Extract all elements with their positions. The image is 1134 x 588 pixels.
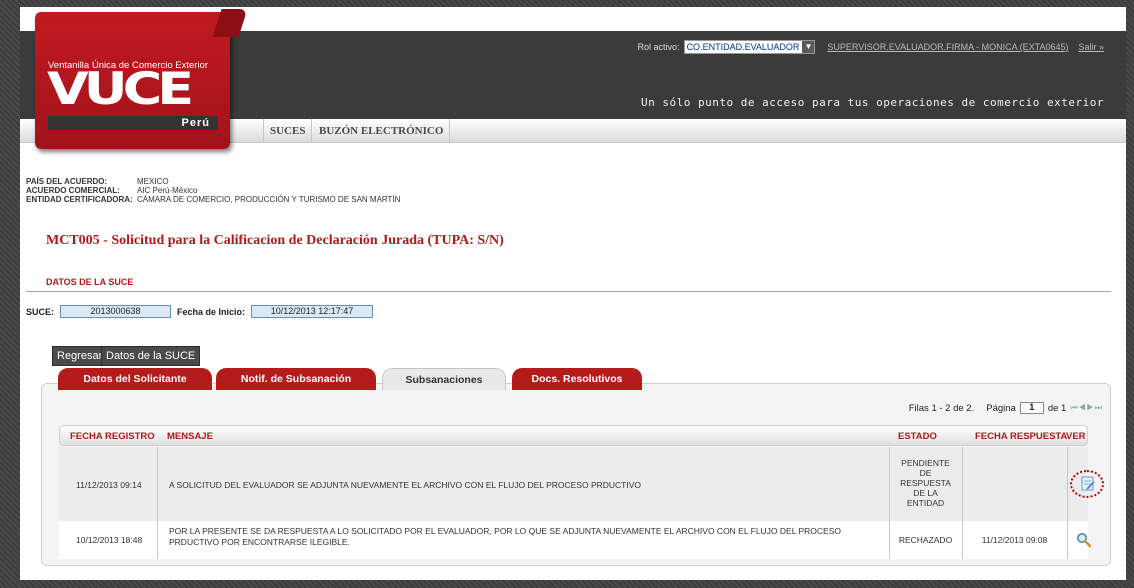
tab-notif-subsanacion[interactable]: Notif. de Subsanación xyxy=(216,368,376,390)
entidad-label: ENTIDAD CERTIFICADORA: xyxy=(26,195,133,204)
estado-line: PENDIENTE xyxy=(901,458,950,468)
col-divider xyxy=(157,521,158,559)
row-estado: PENDIENTE DE RESPUESTA DE LA ENTIDAD xyxy=(889,458,962,508)
row-estado: RECHAZADO xyxy=(898,535,953,545)
edit-document-icon[interactable] xyxy=(1070,470,1104,498)
table-header: FECHA REGISTRO MENSAJE ESTADO FECHA RESP… xyxy=(59,425,1088,446)
slogan: Un sólo punto de acceso para tus operaci… xyxy=(641,96,1104,109)
regresar-button[interactable]: Regresar xyxy=(52,346,108,366)
pais-label: PAÍS DEL ACUERDO: xyxy=(26,177,108,186)
estado-line: ENTIDAD xyxy=(906,498,945,508)
vuce-logo: Ventanilla Única de Comercio Exterior VU… xyxy=(35,9,248,149)
app-window: Rol activo: CO.ENTIDAD.EVALUADOR ▼ SUPER… xyxy=(20,7,1126,580)
row-mensaje: POR LA PRESENTE SE DA RESPUESTA A LO SOL… xyxy=(169,526,841,547)
col-divider xyxy=(1067,521,1068,559)
tab-datos-solicitante[interactable]: Datos del Solicitante xyxy=(58,368,212,390)
rol-label: Rol activo: xyxy=(637,42,680,52)
col-divider xyxy=(157,447,158,521)
row-fecha-registro: 10/12/2013 18:48 xyxy=(76,535,143,545)
acuerdo-label: ACUERDO COMERCIAL: xyxy=(26,186,120,195)
nav-item-suces[interactable]: SUCES xyxy=(263,119,313,143)
col-estado: ESTADO xyxy=(898,431,937,442)
logout-link[interactable]: Salir » xyxy=(1078,42,1104,52)
estado-line: RESPUESTA xyxy=(900,478,951,488)
logo-name: VUCE xyxy=(47,63,194,115)
agreement-info: PAÍS DEL ACUERDO: MEXICO ACUERDO COMERCIA… xyxy=(26,177,400,204)
acuerdo-value: AIC Perú-México xyxy=(137,186,198,195)
user-link[interactable]: SUPERVISOR.EVALUADOR.FIRMA - MONICA (EXT… xyxy=(827,42,1068,52)
row-mensaje: A SOLICITUD DEL EVALUADOR SE ADJUNTA NUE… xyxy=(169,480,642,490)
fecha-inicio-label: Fecha de Inicio: xyxy=(177,306,246,317)
nav-item-buzon[interactable]: BUZÓN ELECTRÓNICO xyxy=(313,119,451,143)
tab-subsanaciones[interactable]: Subsanaciones xyxy=(382,368,506,390)
page-total: de 1 xyxy=(1047,402,1067,414)
rows-count: Filas 1 - 2 de 2. xyxy=(908,402,975,414)
col-divider xyxy=(962,447,963,521)
role-select-value: CO.ENTIDAD.EVALUADOR xyxy=(686,42,800,52)
col-fecha-respuesta: FECHA RESPUESTA xyxy=(975,431,1068,442)
row-fecha-respuesta: 11/12/2013 09:08 xyxy=(981,535,1048,545)
pais-value: MEXICO xyxy=(137,177,169,186)
estado-line: DE LA xyxy=(913,488,938,498)
role-select[interactable]: CO.ENTIDAD.EVALUADOR ▼ xyxy=(683,40,816,54)
col-mensaje: MENSAJE xyxy=(167,431,213,442)
table-row: 11/12/2013 09:14 A SOLICITUD DEL EVALUAD… xyxy=(59,447,1104,521)
datos-suce-button[interactable]: Datos de la SUCE xyxy=(101,346,201,366)
row-fecha-registro: 11/12/2013 09:14 xyxy=(76,480,142,490)
suce-field: 2013000638 xyxy=(60,305,172,318)
suce-label: SUCE: xyxy=(26,306,55,317)
table-row: 10/12/2013 18:48 POR LA PRESENTE SE DA R… xyxy=(59,521,1092,559)
page-input[interactable]: 1 xyxy=(1019,402,1044,414)
page-label: Página xyxy=(986,402,1016,414)
entidad-value: CÁMARA DE COMERCIO, PRODUCCIÓN Y TURISMO… xyxy=(137,195,401,204)
chevron-down-icon: ▼ xyxy=(802,41,815,53)
tab-docs-resolutivos[interactable]: Docs. Resolutivos xyxy=(512,368,642,390)
suce-data-row: SUCE: 2013000638 Fecha de Inicio: 10/12/… xyxy=(26,305,374,318)
col-divider xyxy=(1067,447,1068,521)
page-title: MCT005 - Solicitud para la Calificacion … xyxy=(46,233,504,248)
page-nav-icons[interactable]: ⏮◀▶⏭ xyxy=(1070,403,1103,413)
role-area: Rol activo: CO.ENTIDAD.EVALUADOR ▼ SUPER… xyxy=(638,40,1104,54)
pagination: Filas 1 - 2 de 2. Página 1 de 1 ⏮◀▶⏭ xyxy=(909,402,1103,414)
section-title: DATOS DE LA SUCE xyxy=(46,277,134,287)
fecha-inicio-field: 10/12/2013 12:17:47 xyxy=(251,305,374,318)
magnifier-icon[interactable] xyxy=(1076,532,1092,550)
section-divider xyxy=(26,291,1111,292)
logo-country: Perú xyxy=(48,116,218,130)
estado-line: DE xyxy=(919,468,932,478)
col-fecha-registro: FECHA REGISTRO xyxy=(70,431,155,442)
col-ver: VER xyxy=(1066,431,1086,442)
